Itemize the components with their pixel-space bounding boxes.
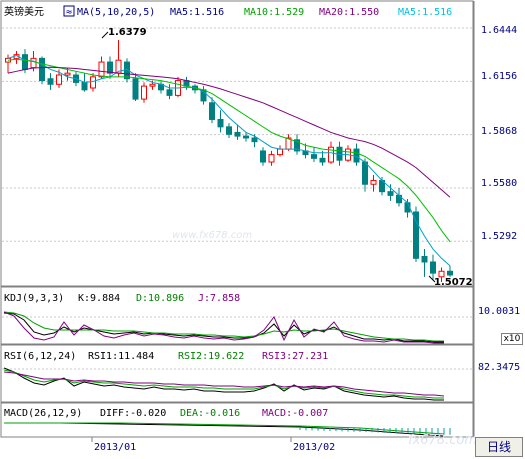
watermark: www.fx678.com xyxy=(172,230,252,241)
candle-up xyxy=(149,83,156,87)
symbol-label: 英镑美元 xyxy=(4,5,44,18)
candle-up xyxy=(56,74,62,85)
macd-title: MACD(26,12,9) xyxy=(4,408,82,419)
candle-up xyxy=(141,85,147,100)
kdj-j-value: J:7.858 xyxy=(198,293,240,304)
candle-down xyxy=(311,154,317,159)
ma10-value: MA10:1.529 xyxy=(244,7,304,18)
candle-down xyxy=(447,270,453,276)
candle-up xyxy=(98,61,105,78)
candle-down xyxy=(413,211,419,259)
candle-down xyxy=(132,78,139,100)
rsi3-value: RSI3:27.231 xyxy=(262,351,328,362)
x-axis-label-feb: 2013/02 xyxy=(293,442,335,453)
rsi2-value: RSI2:19.622 xyxy=(178,351,244,362)
candle-down xyxy=(362,161,368,185)
x-axis-label-jan: 2013/01 xyxy=(94,442,136,453)
chart-icon: ≈ xyxy=(66,7,72,18)
candle-up xyxy=(277,148,283,156)
macd-value: MACD:-0.007 xyxy=(262,408,328,419)
kdj-tick-label: 10.0031 xyxy=(478,306,520,317)
macd-diff-value: DIFF:-0.020 xyxy=(100,408,166,419)
y-tick-label: 1.5868 xyxy=(481,126,517,137)
candle-down xyxy=(217,118,224,128)
rsi1-line xyxy=(3,367,444,401)
candle-down xyxy=(166,89,173,96)
y-tick-label: 1.6444 xyxy=(481,25,517,36)
y-tick-label: 1.5580 xyxy=(481,178,517,189)
candle-down xyxy=(22,54,28,70)
kdj-legend: KDJ(9,3,3) K:9.884 D:10.896 J:7.858 xyxy=(4,293,240,304)
candle-down xyxy=(353,148,360,163)
candle-up xyxy=(90,76,96,89)
candle-up xyxy=(64,72,71,76)
candle-down xyxy=(39,57,45,82)
candle-down xyxy=(107,61,113,74)
low-price-label: 1.5072 xyxy=(434,277,473,288)
rsi-tick-label: 82.3475 xyxy=(478,362,520,373)
candle-down xyxy=(251,137,258,143)
candle-down xyxy=(234,131,241,137)
main-legend: 英镑美元 ≈ MA(5,10,20,5) MA5:1.516 MA10:1.52… xyxy=(4,5,452,18)
macd-legend: MACD(26,12,9) DIFF:-0.020 DEA:-0.016 MAC… xyxy=(4,408,328,419)
candle-up xyxy=(30,57,37,69)
candlesticks xyxy=(5,40,453,282)
candle-down xyxy=(336,146,343,161)
y-axis-labels: 1.6444 1.6156 1.5868 1.5580 1.5292 xyxy=(481,25,517,242)
candle-down xyxy=(387,191,394,196)
ma10-line xyxy=(7,58,451,242)
y-tick-label: 1.6156 xyxy=(481,71,517,82)
main-panel-frame xyxy=(0,0,474,287)
candle-down xyxy=(430,261,436,274)
candle-down xyxy=(47,78,54,85)
candle-down xyxy=(243,135,249,139)
ma5-value: MA5:1.516 xyxy=(170,7,224,18)
candle-down xyxy=(319,157,326,163)
rsi2-line xyxy=(3,369,444,399)
candle-up xyxy=(268,154,275,163)
rsi-legend: RSI(6,12,24) RSI1:11.484 RSI2:19.622 RSI… xyxy=(4,351,328,362)
rsi1-value: RSI1:11.484 xyxy=(88,351,154,362)
candle-down xyxy=(421,255,428,263)
macd-dea-value: DEA:-0.016 xyxy=(180,408,240,419)
rsi-title: RSI(6,12,24) xyxy=(4,351,76,362)
candle-down xyxy=(81,81,88,91)
ma20-value: MA20:1.550 xyxy=(319,7,379,18)
high-price-label: 1.6379 xyxy=(108,27,147,38)
candle-down xyxy=(260,150,266,163)
y-tick-label: 1.5292 xyxy=(481,231,517,242)
kdj-title: KDJ(9,3,3) xyxy=(4,293,64,304)
kdj-k-value: K:9.884 xyxy=(78,293,120,304)
ma-params-label: MA(5,10,20,5) xyxy=(77,7,155,18)
indicator-scale-button[interactable]: x10 xyxy=(501,333,523,345)
candle-down xyxy=(226,126,232,135)
candle-up xyxy=(438,270,445,278)
footer-watermark: fx678.com xyxy=(408,433,477,448)
kdj-d-value: D:10.896 xyxy=(136,293,184,304)
period-daily-button[interactable]: 日线 xyxy=(475,437,523,457)
candle-down xyxy=(209,102,215,120)
ma5b-value: MA5:1.516 xyxy=(398,7,452,18)
forex-chart-canvas[interactable]: www.fx678.com 英镑美元 ≈ MA(5,10,20,5) MA5:1… xyxy=(0,0,525,459)
candle-up xyxy=(370,180,377,185)
